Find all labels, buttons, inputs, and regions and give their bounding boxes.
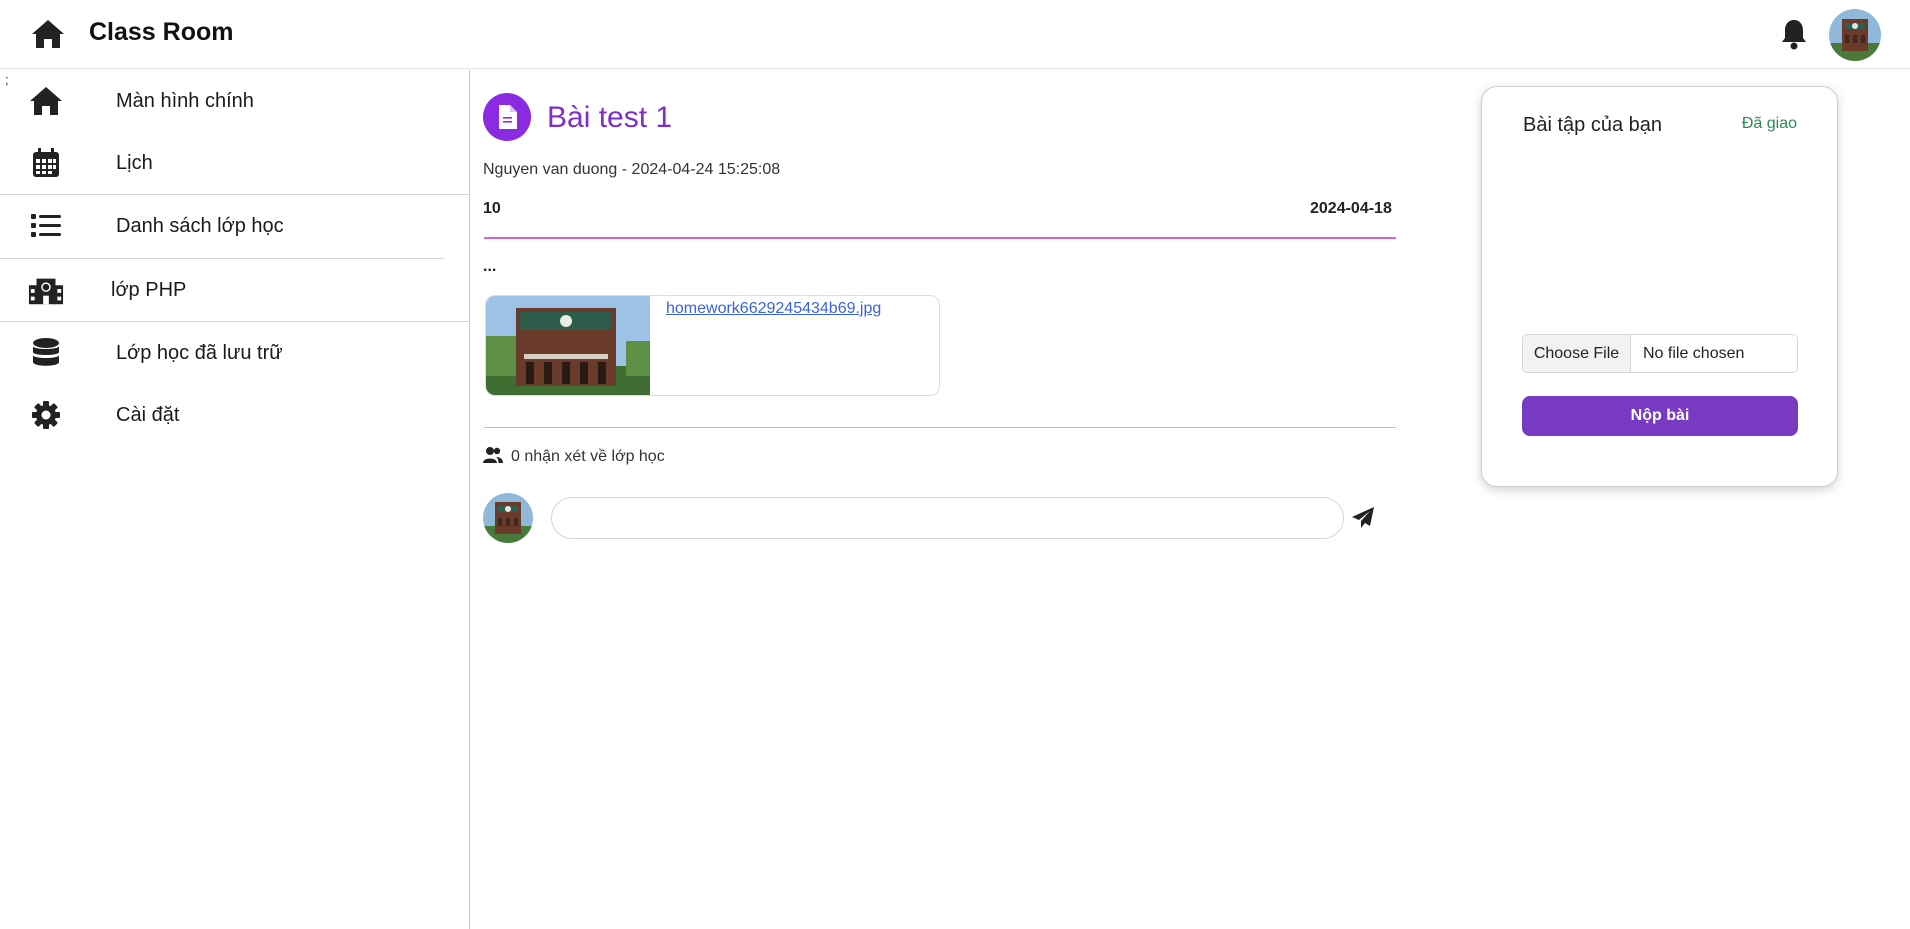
- send-icon[interactable]: [1350, 505, 1376, 531]
- document-icon: [483, 93, 531, 141]
- sidebar-item-label: lớp PHP: [111, 279, 187, 301]
- file-input[interactable]: Choose File No file chosen: [1522, 334, 1798, 373]
- sidebar-item-calendar[interactable]: Lịch: [0, 132, 470, 194]
- sidebar-item-label: Lịch: [116, 152, 153, 174]
- choose-file-button[interactable]: Choose File: [1523, 335, 1631, 372]
- sidebar-item-label: Danh sách lớp học: [116, 215, 284, 237]
- divider: [484, 237, 1396, 239]
- attachment-thumbnail[interactable]: [486, 296, 650, 395]
- users-icon: [483, 446, 503, 469]
- post-title: Bài test 1: [547, 101, 673, 134]
- sidebar-item-label: Lớp học đã lưu trữ: [116, 342, 283, 364]
- user-avatar[interactable]: [1829, 9, 1881, 61]
- calendar-icon: [28, 145, 64, 181]
- submit-button[interactable]: Nộp bài: [1522, 396, 1798, 436]
- sidebar-item-label: Cài đặt: [116, 404, 180, 426]
- sidebar-item-class-php[interactable]: lớp PHP: [0, 259, 470, 321]
- class-comments-count[interactable]: 0 nhận xét về lớp học: [483, 446, 665, 468]
- avatar: [483, 493, 533, 543]
- attachment-card[interactable]: homework6629245434b69.jpg: [485, 295, 940, 396]
- database-icon: [28, 335, 64, 371]
- submission-card: Bài tập của bạn Đã giao Choose File No f…: [1481, 86, 1838, 487]
- post-points: 10: [483, 200, 501, 217]
- home-icon[interactable]: [28, 15, 68, 53]
- bell-icon[interactable]: [1777, 17, 1811, 51]
- status-badge: Đã giao: [1741, 115, 1797, 132]
- comments-count-label: 0 nhận xét về lớp học: [511, 448, 665, 465]
- sidebar-item-archived[interactable]: Lớp học đã lưu trữ: [0, 322, 470, 384]
- list-icon: [28, 208, 64, 244]
- card-title: Bài tập của bạn: [1523, 114, 1662, 136]
- school-icon: [28, 272, 64, 308]
- home-icon: [28, 83, 64, 119]
- sidebar-item-settings[interactable]: Cài đặt: [0, 384, 470, 446]
- file-name-text: No file chosen: [1643, 344, 1745, 362]
- sidebar-item-home[interactable]: Màn hình chính: [0, 70, 470, 132]
- sidebar-item-label: Màn hình chính: [116, 90, 254, 112]
- post-due-date: 2024-04-18: [1310, 200, 1392, 217]
- sidebar: Màn hình chính Lịch Danh sách lớp học lớ…: [0, 70, 470, 929]
- post-meta: Nguyen van duong - 2024-04-24 15:25:08: [483, 161, 781, 178]
- top-header: Class Room: [0, 0, 1910, 69]
- post-body: ...: [483, 258, 497, 275]
- comment-input[interactable]: [551, 497, 1344, 539]
- app-title[interactable]: Class Room: [89, 16, 233, 48]
- gear-icon: [28, 397, 64, 433]
- sidebar-item-class-list[interactable]: Danh sách lớp học: [0, 195, 470, 257]
- divider: [484, 427, 1396, 428]
- attachment-link[interactable]: homework6629245434b69.jpg: [666, 300, 881, 318]
